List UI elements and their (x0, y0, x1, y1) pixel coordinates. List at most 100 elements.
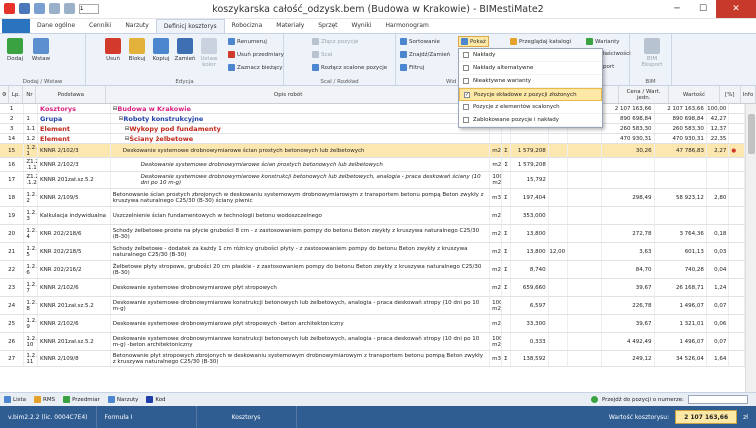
warianty-button[interactable]: Warianty (586, 38, 620, 45)
cell-sig: Σ (502, 261, 511, 278)
zlacz-pozycje-button[interactable]: Złącz pozycje (312, 38, 358, 45)
table-row[interactable]: 3 1.1 Element ⊟ Wykopy pod fundamenty 260 58… (0, 124, 745, 134)
menu-item-nieaktywne-warianty[interactable]: Nieaktywne warianty (459, 75, 602, 88)
checkbox-checked[interactable]: ✓ (464, 91, 470, 98)
tab-lista[interactable]: Lista (4, 396, 26, 403)
tab-wyniki[interactable]: Wyniki (345, 19, 379, 33)
tab-cenniki[interactable]: Cenniki (82, 19, 118, 33)
zaznacz-biezacy-button[interactable]: Zaznacz bieżący (228, 64, 282, 71)
table-row[interactable]: 18 1.2. 2 KNNR 2/109/5 Betonowanie ścian pr… (0, 189, 745, 207)
menu-item-naklady[interactable]: Nakłady (459, 49, 602, 62)
ustaw-kolor-button[interactable]: Ustaw kolor (198, 38, 220, 68)
table-row[interactable]: 17 Z1.2 .1.2 KNNR 201zał.sz.5.2 Deskowanie … (0, 172, 745, 189)
table-row[interactable]: 20 1.2. 4 KNR 202/218/6 Schody żelbetowe pr… (0, 225, 745, 243)
table-row[interactable]: 24 1.2. 8 KNNR 201zał.sz.5.2 Deskowanie sys… (0, 297, 745, 315)
file-tab[interactable] (2, 19, 30, 33)
dodaj-button[interactable]: Dodaj (4, 38, 26, 62)
sortowanie-button[interactable]: Sortowanie (400, 38, 440, 45)
cell-nr: 1.2. 6 (24, 261, 39, 278)
usun-przedmiary-button[interactable]: Usuń przedmiary (228, 51, 284, 58)
expand-toggle-icon[interactable]: ⊟ (113, 126, 130, 132)
header-podstawa[interactable]: Podstawa (36, 86, 107, 103)
table-row[interactable]: 19 1.2. 3 Kalkulacja indywidualna Uszczelni… (0, 207, 745, 225)
tab-narzuty-bottom[interactable]: Narzuty (107, 396, 139, 403)
menu-item-naklady-alternatywne[interactable]: Nakłady alternatywne (459, 62, 602, 75)
tab-materialy[interactable]: Materiały (269, 19, 311, 33)
info-alert-icon[interactable]: ● (731, 148, 736, 154)
header-cena[interactable]: Cena / Wart. jedn. (619, 86, 670, 103)
bim-eksport-button[interactable]: BIM Eksport (640, 38, 664, 68)
checkbox[interactable] (463, 104, 469, 110)
wlasciwosci-button[interactable]: łaściwości (603, 51, 631, 57)
cell-text: 1.2. 9 (26, 317, 37, 330)
tab-dane-ogolne[interactable]: Dane ogólne (30, 19, 82, 33)
checkbox[interactable] (463, 65, 469, 71)
tab-definicja-kosztorysu[interactable]: Definicj kosztorys (155, 19, 225, 33)
menu-item-pozycje-scalonych[interactable]: Pozycje z elementów scalonych (459, 101, 602, 114)
kopiuj-button[interactable]: Kopiuj (150, 38, 172, 62)
tab-sprzet[interactable]: Sprzęt (311, 19, 344, 33)
tab-harmonogram[interactable]: Harmonogram (379, 19, 436, 33)
header-nr[interactable]: Nr (23, 86, 37, 103)
table-row[interactable]: 22 1.2. 6 KNR 202/216/2 Żelbetowe płyty str… (0, 261, 745, 279)
tab-narzuty-label: Narzuty (116, 396, 139, 403)
wstaw-button[interactable]: Wstaw (30, 38, 52, 62)
renumeruj-button[interactable]: Renumeruj (228, 38, 267, 45)
header-settings-icon[interactable]: ⚙ (0, 86, 10, 103)
zamien-button[interactable]: Zamień (174, 38, 196, 62)
tab-przedmiar[interactable]: Przedmiar (63, 396, 100, 403)
checkbox[interactable] (463, 117, 469, 123)
header-info[interactable]: Info (741, 86, 756, 103)
maximize-button[interactable]: ☐ (690, 0, 716, 18)
cell-text: Σ (504, 248, 508, 255)
table-row[interactable]: 26 1.2. 10 KNNR 201zał.sz.5.2 Deskowanie sy… (0, 333, 745, 351)
menu-item-label: Pozycje z elementów scalonych (473, 104, 560, 110)
scrollbar-thumb[interactable] (748, 114, 755, 154)
cell-text: 1.2. 10 (26, 335, 37, 348)
tab-narzuty[interactable]: Narzuty (118, 19, 156, 33)
table-row[interactable]: 25 1.2. 9 KNNR 2/102/6 Deskowanie systemowe… (0, 315, 745, 333)
tab-kod[interactable]: Kod (146, 396, 166, 403)
menu-item-zablokowane[interactable]: Zablokowane pozycje i nakłady (459, 114, 602, 127)
checkbox[interactable] (463, 52, 469, 58)
checkbox[interactable] (463, 78, 469, 84)
cell-ce (602, 158, 655, 171)
menu-item-pozycje-skladowe[interactable]: ✓ Pozycje składowe z pozycji złożonych (459, 88, 602, 101)
tab-rms[interactable]: RMS (34, 396, 55, 403)
close-button[interactable]: ✕ (716, 0, 756, 18)
blokuj-button[interactable]: Blokuj (126, 38, 148, 62)
cell-sig: Σ (502, 225, 511, 242)
cell-text: 20 (8, 230, 16, 237)
tab-robocizna[interactable]: Robocizna (225, 19, 270, 33)
usun-button[interactable]: Usuń (102, 38, 124, 62)
table-row[interactable]: 23 1.2. 7 KNNR 2/102/6 Deskowanie systemowe… (0, 279, 745, 297)
cell-pc: 0,07 (707, 333, 730, 350)
header-opis[interactable]: Opis robót (106, 86, 472, 103)
expand-toggle-icon[interactable]: ⊟ (113, 136, 130, 142)
cell-il: 197,404 (511, 189, 549, 206)
table-row[interactable]: 1 Kosztorys ⊟ Budowa w Krakowie 2 107 163,6… (0, 104, 745, 114)
header-lp[interactable]: Lp. (9, 86, 24, 103)
filtruj-button[interactable]: Filtruj (400, 64, 424, 71)
minimize-button[interactable]: ─ (664, 0, 690, 18)
przegladaj-katalogi-button[interactable]: Przeglądaj katalogi (510, 38, 571, 45)
znajdz-button[interactable]: Znajdź/Zamień (400, 51, 450, 58)
expand-toggle-icon[interactable]: ⊟ (113, 116, 124, 122)
eksport-button[interactable]: port (603, 64, 614, 70)
goto-position-input[interactable] (688, 395, 748, 404)
pokaz-button[interactable]: Pokaż (458, 36, 489, 47)
header-wartosc[interactable]: Wartość (669, 86, 720, 103)
table-row[interactable]: 16 Z1.2 .1.1 KNNR 2/102/3 Deskowanie system… (0, 158, 745, 172)
rozlacz-button[interactable]: Rozłącz scalone pozycje (312, 64, 387, 71)
table-row[interactable]: 27 1.2. 11 KNNR 2/109/8 Betonowanie płyt st… (0, 351, 745, 367)
scal-button[interactable]: Scal (312, 51, 332, 58)
table-row[interactable]: 21 1.2. 5 KNR 202/218/5 Schody żelbetowe - … (0, 243, 745, 261)
table-row[interactable]: 2 1 Grupa ⊟ Roboty konstrukcyjne 890 698,84 8… (0, 114, 745, 124)
menu-item-label: Zablokowane pozycje i nakłady (473, 117, 560, 123)
delete-icon (105, 38, 121, 54)
vertical-scrollbar[interactable] (745, 104, 756, 392)
table-row[interactable]: 14 1.2 Element ⊟ Ściany żelbetowe 470 930,31… (0, 134, 745, 144)
header-pct[interactable]: [%] (720, 86, 742, 103)
cell-sig: Σ (502, 279, 511, 296)
table-row[interactable]: 15 1.2. 1 KNNR 2/102/3 Deskowanie systemowe… (0, 144, 745, 158)
